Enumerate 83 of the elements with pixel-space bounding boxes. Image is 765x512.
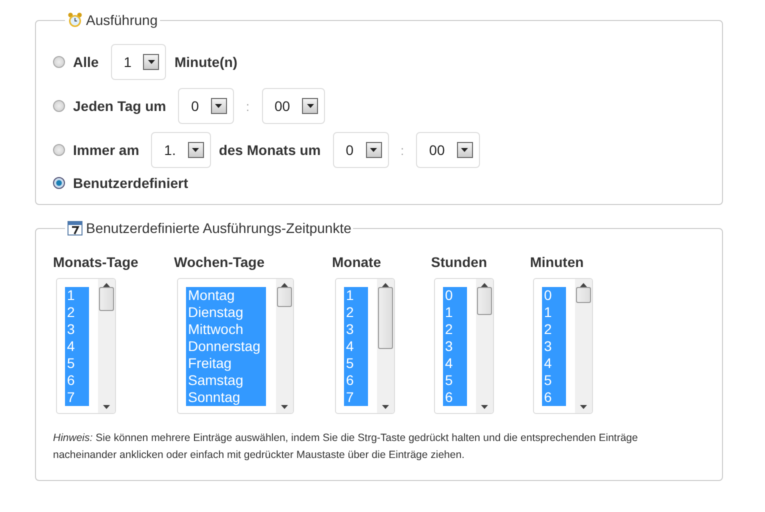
list-item[interactable]: 0: [542, 287, 566, 304]
caret-icon: [143, 54, 160, 70]
list-item[interactable]: 3: [443, 338, 467, 355]
list-item[interactable]: 3: [542, 338, 566, 355]
scroll-thumb[interactable]: [378, 287, 393, 349]
radio-button[interactable]: [53, 144, 65, 156]
caret-icon: [302, 98, 318, 114]
list-item[interactable]: 4: [542, 355, 566, 372]
scroll-down-icon[interactable]: [580, 405, 587, 409]
list-item[interactable]: 1: [542, 304, 566, 321]
list-box[interactable]: 0 1 2 3 4 5 6: [434, 278, 494, 414]
list-item[interactable]: 4: [65, 338, 89, 355]
list-item[interactable]: 5: [443, 372, 467, 389]
list-item[interactable]: 1: [65, 287, 89, 304]
list-item[interactable]: Samstag: [186, 372, 266, 389]
scrollbar[interactable]: [98, 279, 115, 413]
list-item[interactable]: 2: [443, 321, 467, 338]
option-label: Jeden Tag um: [73, 98, 166, 114]
list-item[interactable]: Montag: [186, 287, 266, 304]
scroll-down-icon[interactable]: [281, 405, 288, 409]
scrollbar[interactable]: [377, 279, 394, 413]
time-separator: :: [400, 142, 404, 158]
time-separator: :: [246, 98, 250, 114]
scrollbar[interactable]: [575, 279, 592, 413]
list-item[interactable]: 1: [443, 304, 467, 321]
list-item[interactable]: 3: [65, 321, 89, 338]
list-item[interactable]: Dienstag: [186, 304, 266, 321]
column-heading: Stunden: [431, 254, 488, 270]
list-item[interactable]: 6: [65, 372, 89, 389]
column-heading: Monate: [332, 254, 382, 270]
list-item[interactable]: 6: [443, 389, 467, 406]
panel-title: Ausführung: [86, 12, 158, 28]
list-item[interactable]: 4: [344, 338, 368, 355]
scrollbar[interactable]: [276, 279, 293, 413]
list-item[interactable]: 2: [344, 304, 368, 321]
list-item[interactable]: 3: [344, 321, 368, 338]
panel-title: Benutzerdefinierte Ausführungs-Zeitpunkte: [86, 220, 352, 236]
radio-button[interactable]: [53, 177, 65, 189]
list-item[interactable]: 2: [65, 304, 89, 321]
radio-button[interactable]: [53, 56, 65, 68]
list-item[interactable]: 0: [443, 287, 467, 304]
list-item[interactable]: Mittwoch: [186, 321, 266, 338]
option-label: Minute(n): [174, 54, 238, 70]
column-heading: Minuten: [530, 254, 585, 270]
option-label: Alle: [73, 54, 99, 70]
caret-icon: [456, 142, 473, 158]
option-label: Immer am: [73, 142, 140, 158]
scroll-down-icon[interactable]: [382, 405, 389, 409]
list-item[interactable]: 1: [344, 287, 368, 304]
list-item[interactable]: 6: [344, 372, 368, 389]
list-item[interactable]: 6: [542, 389, 566, 406]
caret-icon: [188, 142, 204, 158]
list-box[interactable]: 1 2 3 4 5 6 7: [335, 278, 395, 414]
list-item[interactable]: 4: [443, 355, 467, 372]
column-heading: Wochen-Tage: [174, 254, 266, 270]
list-item[interactable]: 5: [65, 355, 89, 372]
scrollbar[interactable]: [476, 279, 493, 413]
option-label: Benutzerdefiniert: [73, 175, 188, 191]
list-item[interactable]: Freitag: [186, 355, 266, 372]
scroll-down-icon[interactable]: [481, 405, 488, 409]
list-item[interactable]: Donnerstag: [186, 338, 266, 355]
list-box[interactable]: 0 1 2 3 4 5 6: [533, 278, 593, 414]
list-item[interactable]: Sonntag: [186, 389, 266, 406]
scroll-thumb[interactable]: [576, 287, 591, 303]
radio-button[interactable]: [53, 100, 65, 112]
list-item[interactable]: 2: [542, 321, 566, 338]
list-item[interactable]: 5: [542, 372, 566, 389]
hint-text: Hinweis: Sie können mehrere Einträge auswählen, indem Sie die Strg-Taste gedrückt halten und die entsprechenden Einträge nacheinander anklicken oder einfach mit gedrückter Maustaste über die Einträge ziehen.: [53, 431, 639, 463]
list-item[interactable]: 7: [65, 389, 89, 406]
column-heading: Monats-Tage: [53, 254, 140, 270]
scroll-thumb[interactable]: [277, 287, 292, 307]
scroll-thumb[interactable]: [477, 287, 492, 315]
scroll-down-icon[interactable]: [103, 405, 110, 409]
scroll-thumb[interactable]: [99, 287, 114, 311]
option-label: des Monats um: [218, 142, 321, 158]
caret-icon: [366, 142, 382, 158]
list-box[interactable]: 1 2 3 4 5 6 7: [56, 278, 116, 414]
list-item[interactable]: 5: [344, 355, 368, 372]
alarm-clock-icon: [67, 12, 83, 28]
caret-icon: [210, 98, 227, 114]
calendar-icon: [67, 220, 83, 236]
list-item[interactable]: 7: [344, 389, 368, 406]
list-box[interactable]: Montag Dienstag Mittwoch Donnerstag Freitag Samstag Sonntag: [177, 278, 294, 414]
